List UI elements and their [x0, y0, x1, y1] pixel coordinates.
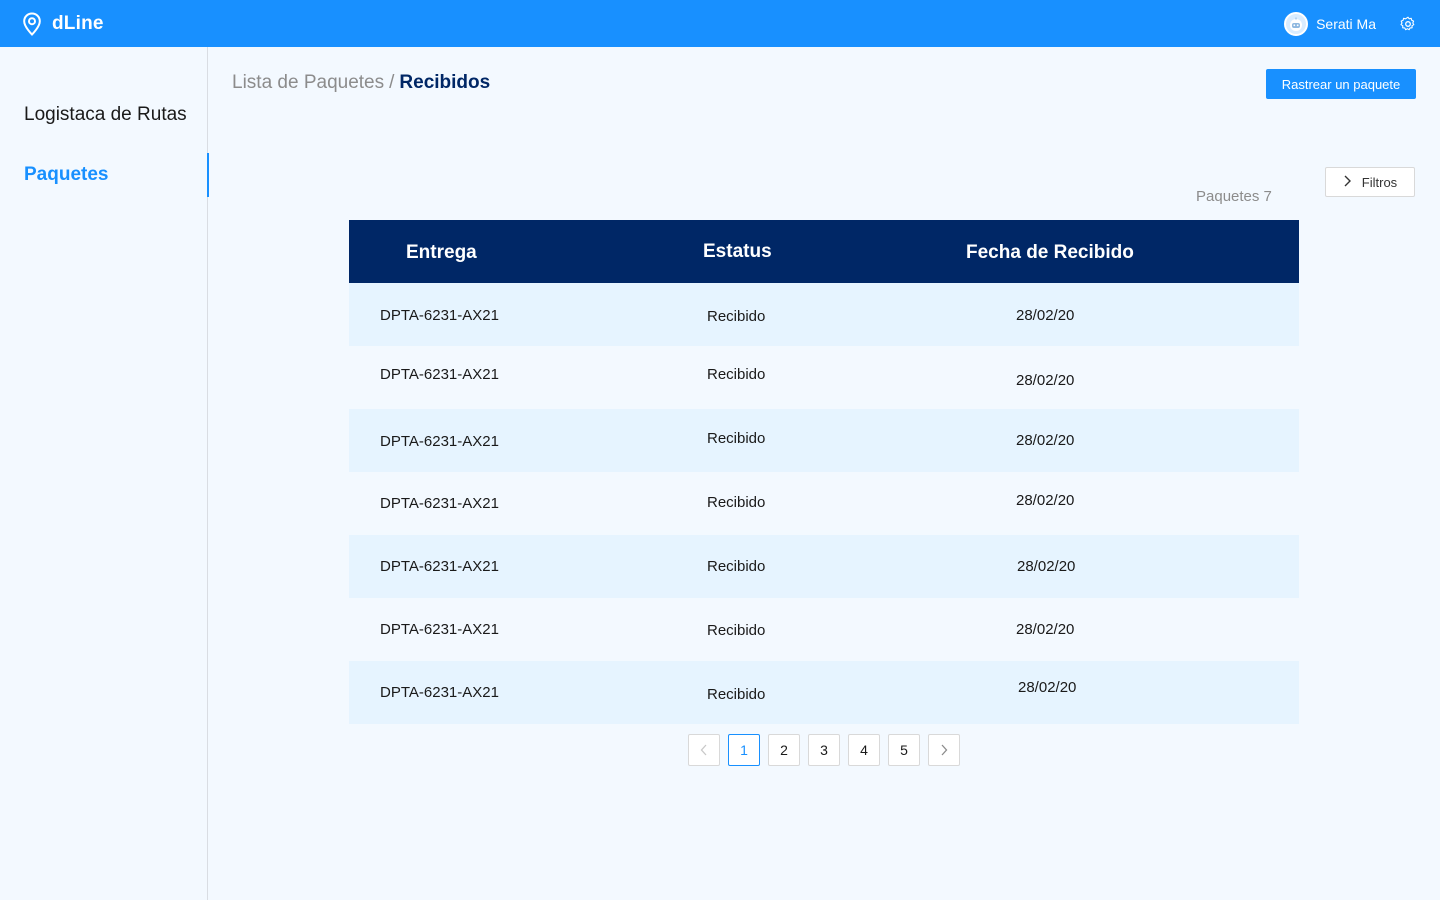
pagination-page-3[interactable]: 3 — [808, 734, 840, 766]
cell-entrega: DPTA-6231-AX21 — [380, 684, 499, 701]
brand[interactable]: dLine — [22, 11, 104, 36]
breadcrumb-parent-link[interactable]: Lista de Paquetes — [232, 72, 384, 94]
cell-entrega: DPTA-6231-AX21 — [380, 433, 499, 450]
sidebar-item-paquetes[interactable]: Paquetes — [0, 153, 209, 197]
chevron-right-icon — [941, 744, 948, 756]
cell-estatus: Recibido — [707, 308, 766, 325]
pagination-prev-button[interactable] — [688, 734, 720, 766]
chevron-right-icon — [1343, 175, 1352, 190]
table-row[interactable]: DPTA-6231-AX21 Recibido 28/02/20 — [349, 661, 1299, 724]
cell-fecha: 28/02/20 — [1017, 558, 1076, 575]
table-row[interactable]: DPTA-6231-AX21 Recibido 28/02/20 — [349, 346, 1299, 409]
user-menu[interactable]: Serati Ma — [1284, 0, 1416, 47]
sidebar-item-label: Logistaca de Rutas — [24, 104, 187, 125]
breadcrumb: Lista de Paquetes / Recibidos — [232, 72, 490, 94]
cell-fecha: 28/02/20 — [1016, 307, 1075, 324]
location-pin-icon — [23, 11, 41, 36]
column-header-entrega[interactable]: Entrega — [406, 242, 477, 264]
cell-entrega: DPTA-6231-AX21 — [380, 621, 499, 638]
sidebar: Logistaca de Rutas Paquetes — [0, 47, 209, 900]
pagination-page-2[interactable]: 2 — [768, 734, 800, 766]
column-header-estatus[interactable]: Estatus — [703, 241, 772, 263]
cell-estatus: Recibido — [707, 494, 766, 511]
package-count: Paquetes 7 — [1196, 188, 1272, 205]
cell-fecha: 28/02/20 — [1016, 621, 1075, 638]
table-row[interactable]: DPTA-6231-AX21 Recibido 28/02/20 — [349, 409, 1299, 472]
table-row[interactable]: DPTA-6231-AX21 Recibido 28/02/20 — [349, 283, 1299, 346]
table-row[interactable]: DPTA-6231-AX21 Recibido 28/02/20 — [349, 535, 1299, 598]
cell-fecha: 28/02/20 — [1016, 492, 1075, 509]
pagination-page-1[interactable]: 1 — [728, 734, 760, 766]
robot-avatar-icon[interactable] — [1284, 11, 1309, 36]
cell-estatus: Recibido — [707, 558, 766, 575]
filters-label: Filtros — [1361, 174, 1398, 190]
cell-entrega: DPTA-6231-AX21 — [380, 366, 499, 383]
user-name[interactable]: Serati Ma — [1316, 16, 1376, 32]
packages-table: Entrega Estatus Fecha de Recibido DPTA-6… — [349, 220, 1299, 724]
cell-estatus: Recibido — [707, 430, 766, 447]
brand-name: dLine — [52, 12, 104, 34]
table-header: Entrega Estatus Fecha de Recibido — [349, 220, 1299, 283]
cell-estatus: Recibido — [707, 622, 766, 639]
pagination-page-4[interactable]: 4 — [848, 734, 880, 766]
cell-entrega: DPTA-6231-AX21 — [380, 558, 499, 575]
sidebar-item-label: Paquetes — [24, 164, 109, 185]
cell-fecha: 28/02/20 — [1018, 679, 1077, 696]
cell-fecha: 28/02/20 — [1016, 372, 1075, 389]
gear-icon[interactable] — [1400, 16, 1416, 32]
filters-button[interactable]: Filtros — [1325, 167, 1415, 197]
pagination: 1 2 3 4 5 — [688, 734, 960, 766]
cell-estatus: Recibido — [707, 366, 766, 383]
table-row[interactable]: DPTA-6231-AX21 Recibido 28/02/20 — [349, 598, 1299, 661]
cell-entrega: DPTA-6231-AX21 — [380, 307, 499, 324]
chevron-left-icon — [700, 744, 707, 756]
track-package-button[interactable]: Rastrear un paquete — [1266, 69, 1416, 99]
breadcrumb-current: Recibidos — [399, 72, 491, 93]
cell-entrega: DPTA-6231-AX21 — [380, 495, 499, 512]
column-header-fecha[interactable]: Fecha de Recibido — [966, 242, 1134, 264]
table-row[interactable]: DPTA-6231-AX21 Recibido 28/02/20 — [349, 472, 1299, 535]
top-navbar: dLine Serati Ma — [0, 0, 1440, 47]
sidebar-item-logistica-de-rutas[interactable]: Logistaca de Rutas — [0, 93, 208, 137]
cell-estatus: Recibido — [707, 686, 766, 703]
breadcrumb-separator: / — [389, 72, 395, 93]
cell-fecha: 28/02/20 — [1016, 432, 1075, 449]
pagination-next-button[interactable] — [928, 734, 960, 766]
pagination-page-5[interactable]: 5 — [888, 734, 920, 766]
